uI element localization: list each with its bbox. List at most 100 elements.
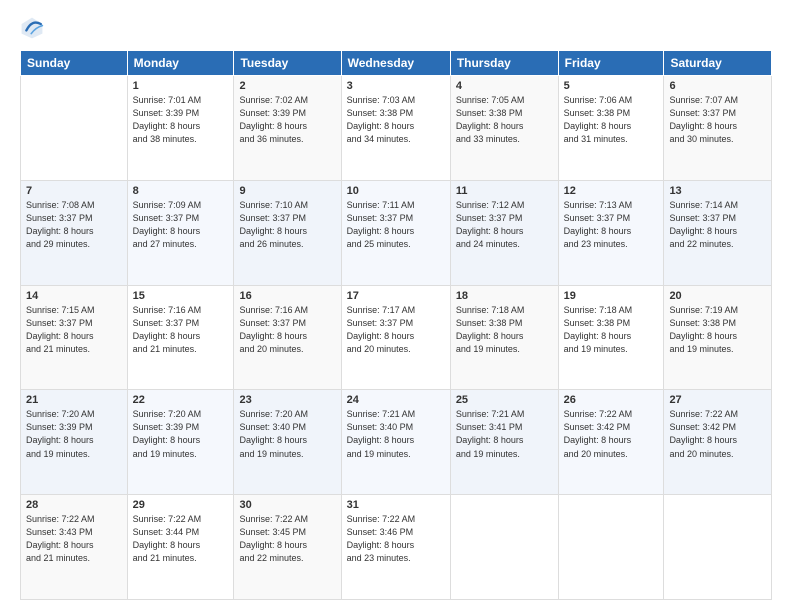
day-info: Sunrise: 7:20 AMSunset: 3:39 PMDaylight:… xyxy=(133,408,229,460)
weekday-header-monday: Monday xyxy=(127,51,234,76)
day-number: 10 xyxy=(347,185,445,197)
day-number: 16 xyxy=(239,290,335,302)
logo xyxy=(20,16,46,40)
day-number: 17 xyxy=(347,290,445,302)
calendar-cell: 14Sunrise: 7:15 AMSunset: 3:37 PMDayligh… xyxy=(21,285,128,390)
calendar-week-row: 1 Sunrise: 7:01 AMSunset: 3:39 PMDaylight… xyxy=(21,76,772,181)
day-info: Sunrise: 7:17 AMSunset: 3:37 PMDaylight:… xyxy=(347,304,445,356)
calendar-cell: 20 Sunrise: 7:19 AMSunset: 3:38 PMDayligh… xyxy=(664,285,772,390)
day-number: 30 xyxy=(239,499,335,511)
day-number: 13 xyxy=(669,185,766,197)
weekday-header-sunday: Sunday xyxy=(21,51,128,76)
day-number: 24 xyxy=(347,394,445,406)
day-number: 28 xyxy=(26,499,122,511)
day-info: Sunrise: 7:20 AMSunset: 3:39 PMDaylight:… xyxy=(26,408,122,460)
day-info: Sunrise: 7:09 AMSunset: 3:37 PMDaylight:… xyxy=(133,199,229,251)
day-info: Sunrise: 7:12 AMSunset: 3:37 PMDaylight:… xyxy=(456,199,553,251)
calendar-cell: 9 Sunrise: 7:10 AMSunset: 3:37 PMDaylight… xyxy=(234,180,341,285)
calendar-cell: 27 Sunrise: 7:22 AMSunset: 3:42 PMDayligh… xyxy=(664,390,772,495)
calendar-cell: 16 Sunrise: 7:16 AMSunset: 3:37 PMDayligh… xyxy=(234,285,341,390)
calendar-cell: 19 Sunrise: 7:18 AMSunset: 3:38 PMDayligh… xyxy=(558,285,664,390)
calendar-cell: 7 Sunrise: 7:08 AMSunset: 3:37 PMDaylight… xyxy=(21,180,128,285)
calendar-cell: 5 Sunrise: 7:06 AMSunset: 3:38 PMDaylight… xyxy=(558,76,664,181)
day-info: Sunrise: 7:02 AMSunset: 3:39 PMDaylight:… xyxy=(239,94,335,146)
day-info: Sunrise: 7:19 AMSunset: 3:38 PMDaylight:… xyxy=(669,304,766,356)
day-info: Sunrise: 7:18 AMSunset: 3:38 PMDaylight:… xyxy=(456,304,553,356)
calendar-cell: 17 Sunrise: 7:17 AMSunset: 3:37 PMDayligh… xyxy=(341,285,450,390)
day-number: 1 xyxy=(133,80,229,92)
day-info: Sunrise: 7:05 AMSunset: 3:38 PMDaylight:… xyxy=(456,94,553,146)
calendar-table: SundayMondayTuesdayWednesdayThursdayFrid… xyxy=(20,50,772,600)
day-info: Sunrise: 7:22 AMSunset: 3:46 PMDaylight:… xyxy=(347,513,445,565)
day-info: Sunrise: 7:13 AMSunset: 3:37 PMDaylight:… xyxy=(564,199,659,251)
calendar-cell: 10 Sunrise: 7:11 AMSunset: 3:37 PMDayligh… xyxy=(341,180,450,285)
day-info: Sunrise: 7:15 AMSunset: 3:37 PMDaylight:… xyxy=(26,304,122,356)
calendar-body: 1 Sunrise: 7:01 AMSunset: 3:39 PMDaylight… xyxy=(21,76,772,600)
calendar-cell: 1 Sunrise: 7:01 AMSunset: 3:39 PMDaylight… xyxy=(127,76,234,181)
day-info: Sunrise: 7:16 AMSunset: 3:37 PMDaylight:… xyxy=(133,304,229,356)
day-number: 19 xyxy=(564,290,659,302)
day-info: Sunrise: 7:06 AMSunset: 3:38 PMDaylight:… xyxy=(564,94,659,146)
day-info: Sunrise: 7:22 AMSunset: 3:42 PMDaylight:… xyxy=(564,408,659,460)
day-number: 21 xyxy=(26,394,122,406)
calendar-cell: 13 Sunrise: 7:14 AMSunset: 3:37 PMDayligh… xyxy=(664,180,772,285)
calendar-cell: 28 Sunrise: 7:22 AMSunset: 3:43 PMDayligh… xyxy=(21,495,128,600)
day-info: Sunrise: 7:16 AMSunset: 3:37 PMDaylight:… xyxy=(239,304,335,356)
calendar-cell: 11 Sunrise: 7:12 AMSunset: 3:37 PMDayligh… xyxy=(450,180,558,285)
calendar-week-row: 7 Sunrise: 7:08 AMSunset: 3:37 PMDaylight… xyxy=(21,180,772,285)
calendar-week-row: 21 Sunrise: 7:20 AMSunset: 3:39 PMDayligh… xyxy=(21,390,772,495)
day-number: 3 xyxy=(347,80,445,92)
day-info: Sunrise: 7:18 AMSunset: 3:38 PMDaylight:… xyxy=(564,304,659,356)
calendar-cell: 24Sunrise: 7:21 AMSunset: 3:40 PMDayligh… xyxy=(341,390,450,495)
weekday-header-saturday: Saturday xyxy=(664,51,772,76)
day-number: 29 xyxy=(133,499,229,511)
day-info: Sunrise: 7:01 AMSunset: 3:39 PMDaylight:… xyxy=(133,94,229,146)
calendar-cell: 4Sunrise: 7:05 AMSunset: 3:38 PMDaylight… xyxy=(450,76,558,181)
day-info: Sunrise: 7:08 AMSunset: 3:37 PMDaylight:… xyxy=(26,199,122,251)
day-info: Sunrise: 7:22 AMSunset: 3:43 PMDaylight:… xyxy=(26,513,122,565)
calendar-cell: 31 Sunrise: 7:22 AMSunset: 3:46 PMDayligh… xyxy=(341,495,450,600)
weekday-header-thursday: Thursday xyxy=(450,51,558,76)
day-info: Sunrise: 7:20 AMSunset: 3:40 PMDaylight:… xyxy=(239,408,335,460)
day-number: 27 xyxy=(669,394,766,406)
page: SundayMondayTuesdayWednesdayThursdayFrid… xyxy=(0,0,792,612)
calendar-cell xyxy=(21,76,128,181)
day-number: 12 xyxy=(564,185,659,197)
calendar-cell: 25 Sunrise: 7:21 AMSunset: 3:41 PMDayligh… xyxy=(450,390,558,495)
calendar-cell: 30 Sunrise: 7:22 AMSunset: 3:45 PMDayligh… xyxy=(234,495,341,600)
calendar-week-row: 28 Sunrise: 7:22 AMSunset: 3:43 PMDayligh… xyxy=(21,495,772,600)
day-number: 11 xyxy=(456,185,553,197)
day-number: 8 xyxy=(133,185,229,197)
calendar-cell xyxy=(664,495,772,600)
logo-icon xyxy=(20,16,44,40)
day-number: 15 xyxy=(133,290,229,302)
day-number: 25 xyxy=(456,394,553,406)
calendar-cell: 23Sunrise: 7:20 AMSunset: 3:40 PMDayligh… xyxy=(234,390,341,495)
calendar-cell: 26Sunrise: 7:22 AMSunset: 3:42 PMDayligh… xyxy=(558,390,664,495)
calendar-cell: 8 Sunrise: 7:09 AMSunset: 3:37 PMDaylight… xyxy=(127,180,234,285)
calendar-cell: 15 Sunrise: 7:16 AMSunset: 3:37 PMDayligh… xyxy=(127,285,234,390)
day-info: Sunrise: 7:11 AMSunset: 3:37 PMDaylight:… xyxy=(347,199,445,251)
day-number: 9 xyxy=(239,185,335,197)
day-number: 20 xyxy=(669,290,766,302)
weekday-row: SundayMondayTuesdayWednesdayThursdayFrid… xyxy=(21,51,772,76)
day-number: 2 xyxy=(239,80,335,92)
calendar-cell: 29 Sunrise: 7:22 AMSunset: 3:44 PMDayligh… xyxy=(127,495,234,600)
day-info: Sunrise: 7:14 AMSunset: 3:37 PMDaylight:… xyxy=(669,199,766,251)
calendar-header: SundayMondayTuesdayWednesdayThursdayFrid… xyxy=(21,51,772,76)
day-number: 5 xyxy=(564,80,659,92)
weekday-header-tuesday: Tuesday xyxy=(234,51,341,76)
weekday-header-friday: Friday xyxy=(558,51,664,76)
day-number: 31 xyxy=(347,499,445,511)
calendar-week-row: 14Sunrise: 7:15 AMSunset: 3:37 PMDayligh… xyxy=(21,285,772,390)
day-number: 7 xyxy=(26,185,122,197)
day-info: Sunrise: 7:22 AMSunset: 3:45 PMDaylight:… xyxy=(239,513,335,565)
day-info: Sunrise: 7:22 AMSunset: 3:44 PMDaylight:… xyxy=(133,513,229,565)
day-info: Sunrise: 7:21 AMSunset: 3:41 PMDaylight:… xyxy=(456,408,553,460)
calendar-cell: 3Sunrise: 7:03 AMSunset: 3:38 PMDaylight… xyxy=(341,76,450,181)
calendar-cell: 2 Sunrise: 7:02 AMSunset: 3:39 PMDaylight… xyxy=(234,76,341,181)
weekday-header-wednesday: Wednesday xyxy=(341,51,450,76)
calendar-cell: 12 Sunrise: 7:13 AMSunset: 3:37 PMDayligh… xyxy=(558,180,664,285)
day-info: Sunrise: 7:10 AMSunset: 3:37 PMDaylight:… xyxy=(239,199,335,251)
day-info: Sunrise: 7:22 AMSunset: 3:42 PMDaylight:… xyxy=(669,408,766,460)
